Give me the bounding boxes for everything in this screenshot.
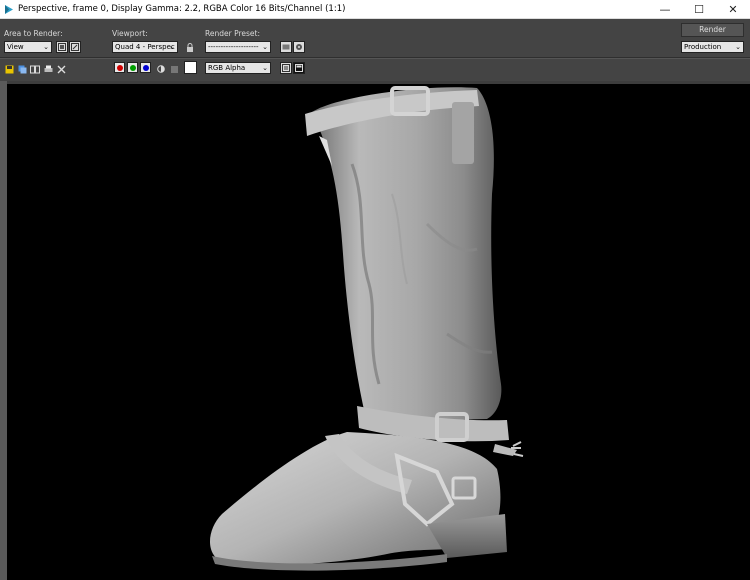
load-preset-button[interactable]	[280, 41, 292, 53]
green-channel-icon	[129, 64, 136, 71]
chevron-down-icon: ⌄	[262, 64, 268, 72]
chevron-down-icon: ⌄	[169, 43, 175, 51]
print-button[interactable]	[43, 64, 53, 74]
lock-icon	[187, 42, 193, 52]
save-image-icon	[5, 65, 13, 73]
mono-icon	[170, 65, 178, 73]
green-channel-toggle[interactable]	[127, 62, 138, 73]
minimize-button[interactable]: —	[648, 0, 682, 19]
display-toggle-button[interactable]	[280, 62, 292, 74]
red-channel-icon	[116, 64, 123, 71]
app-icon	[5, 4, 13, 14]
save-image-button[interactable]	[4, 64, 14, 74]
alpha-icon	[157, 65, 165, 73]
blue-channel-icon	[142, 64, 149, 71]
save-preset-button[interactable]	[293, 41, 305, 53]
channel-display-dropdown[interactable]: RGB Alpha ⌄	[205, 62, 271, 74]
viewport-value: Quad 4 - Perspec	[115, 43, 175, 51]
edit-region-icon	[58, 43, 66, 51]
window-title: Perspective, frame 0, Display Gamma: 2.2…	[18, 4, 346, 14]
blue-channel-toggle[interactable]	[140, 62, 151, 73]
frame-toggle-icon	[295, 64, 303, 72]
preset-load-icon	[282, 44, 290, 50]
title-bar: Perspective, frame 0, Display Gamma: 2.2…	[0, 0, 750, 19]
auto-region-icon	[71, 43, 79, 51]
display-toggle-icon	[282, 64, 290, 72]
render-toolbar: Area to Render: View ⌄ Viewport: Quad 4 -…	[0, 19, 750, 81]
clear-icon	[57, 65, 65, 73]
chevron-down-icon: ⌄	[262, 43, 268, 51]
edit-region-button[interactable]	[56, 41, 68, 53]
viewport-lock-button[interactable]	[185, 42, 195, 52]
clear-button[interactable]	[56, 64, 66, 74]
chevron-down-icon: ⌄	[735, 43, 741, 51]
close-button[interactable]: ✕	[716, 0, 750, 19]
frame-toggle-button[interactable]	[293, 62, 305, 74]
color-swatch[interactable]	[184, 61, 197, 74]
copy-image-button[interactable]	[17, 64, 27, 74]
area-to-render-value: View	[7, 43, 24, 51]
rendered-boot-image	[209, 86, 524, 571]
render-button[interactable]: Render	[681, 23, 744, 37]
maximize-button[interactable]: ☐	[682, 0, 716, 19]
print-icon	[44, 65, 52, 72]
copy-image-icon	[18, 65, 26, 73]
rendered-image[interactable]	[7, 84, 750, 580]
clone-window-button[interactable]	[30, 64, 40, 74]
viewport-label: Viewport:	[112, 29, 148, 38]
preset-save-icon	[296, 44, 302, 50]
viewport-dropdown[interactable]: Quad 4 - Perspec ⌄	[112, 41, 178, 53]
channel-display-value: RGB Alpha	[208, 64, 246, 72]
red-channel-toggle[interactable]	[114, 62, 125, 73]
render-preset-value: --------------------	[208, 43, 259, 51]
render-mode-dropdown[interactable]: Production ⌄	[681, 41, 744, 53]
area-to-render-label: Area to Render:	[4, 29, 63, 38]
area-to-render-dropdown[interactable]: View ⌄	[4, 41, 52, 53]
frame-edge	[0, 81, 7, 580]
auto-region-button[interactable]	[69, 41, 81, 53]
chevron-down-icon: ⌄	[43, 43, 49, 51]
render-preset-label: Render Preset:	[205, 29, 260, 38]
alpha-channel-toggle[interactable]	[156, 64, 166, 74]
clone-window-icon	[30, 65, 40, 73]
render-mode-value: Production	[684, 43, 722, 51]
render-preset-dropdown[interactable]: -------------------- ⌄	[205, 41, 271, 53]
monochrome-toggle[interactable]	[169, 64, 179, 74]
